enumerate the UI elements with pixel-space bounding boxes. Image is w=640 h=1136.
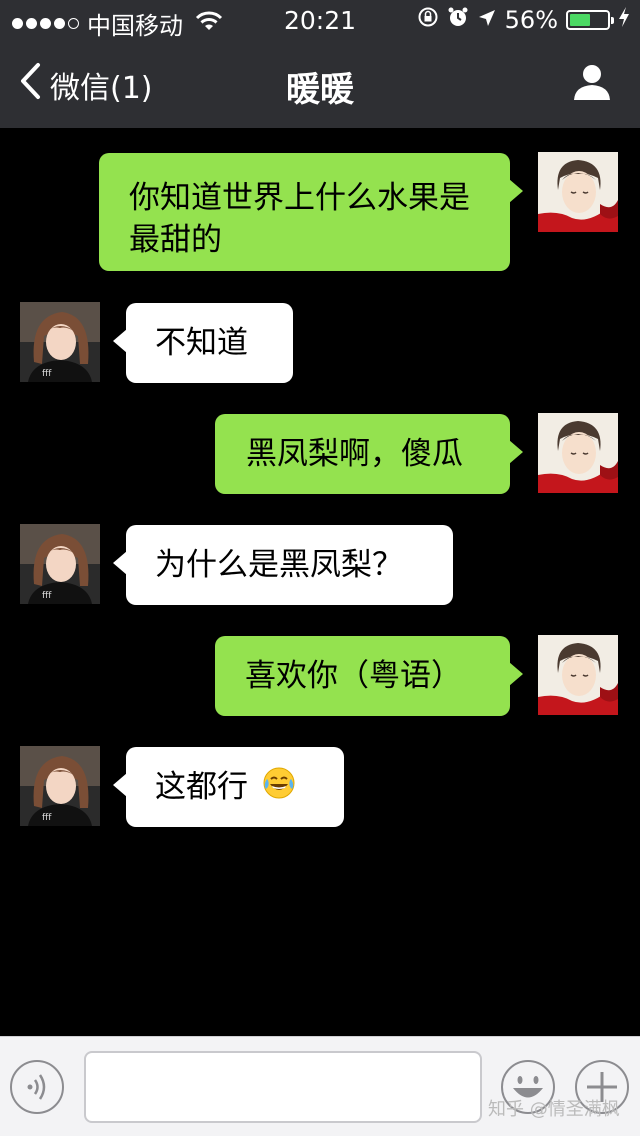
contact-avatar[interactable]: fff <box>20 746 100 826</box>
battery-percent: 56% <box>504 6 558 34</box>
sent-message-bubble[interactable]: 你知道世界上什么水果是 最甜的 <box>99 153 523 271</box>
message-text: 为什么是黑凤梨？ <box>155 547 403 583</box>
svg-text:fff: fff <box>42 813 52 823</box>
sent-message-bubble[interactable]: 喜欢你（粤语） <box>215 636 523 716</box>
contact-avatar[interactable]: fff <box>20 524 100 604</box>
location-arrow-icon <box>477 6 497 34</box>
svg-text:fff: fff <box>42 369 52 379</box>
contact-profile-button[interactable] <box>572 62 612 106</box>
battery-fill <box>570 14 591 26</box>
received-message-bubble[interactable]: 这都行 <box>113 747 344 827</box>
watermark: 知乎 @情圣满枫 <box>488 1099 620 1120</box>
message-text: 不知道 <box>155 325 248 361</box>
my-avatar[interactable] <box>538 635 618 715</box>
rotation-lock-icon <box>417 6 439 34</box>
sent-message-bubble[interactable]: 黑凤梨啊，傻瓜 <box>215 414 523 494</box>
nav-bar: 微信(1) 暖暖 <box>0 40 640 128</box>
message-text-line: 你知道世界上什么水果是 <box>129 180 470 216</box>
status-right-group: 56% <box>417 6 630 34</box>
received-message-bubble[interactable]: 为什么是黑凤梨？ <box>113 525 453 605</box>
my-avatar[interactable] <box>538 413 618 493</box>
person-icon <box>572 65 612 106</box>
chat-title: 暖暖 <box>286 70 354 110</box>
message-text: 黑凤梨啊，傻瓜 <box>246 436 463 472</box>
received-message-bubble[interactable]: 不知道 <box>113 303 293 383</box>
message-text: 这都行 <box>155 769 248 805</box>
tears-of-joy-emoji-icon <box>262 766 296 811</box>
contact-avatar[interactable]: fff <box>20 302 100 382</box>
message-text-line: 最甜的 <box>129 222 222 258</box>
message-input[interactable] <box>84 1051 482 1123</box>
message-text: 喜欢你（粤语） <box>245 658 462 694</box>
voice-icon <box>9 1060 65 1119</box>
my-avatar[interactable] <box>538 152 618 232</box>
voice-input-button[interactable] <box>9 1059 65 1119</box>
status-bar: 中国移动 20:21 56% <box>0 0 640 40</box>
charging-icon <box>618 6 630 34</box>
svg-text:fff: fff <box>42 591 52 601</box>
battery-icon <box>566 10 614 30</box>
chat-input-bar <box>0 1036 640 1136</box>
alarm-icon <box>447 6 469 34</box>
